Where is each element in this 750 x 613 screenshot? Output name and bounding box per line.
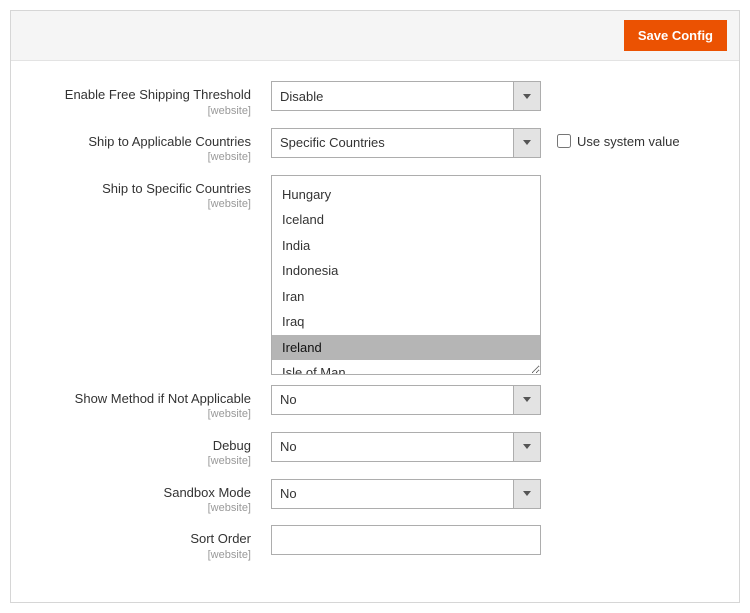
sort-order-input[interactable] [271, 525, 541, 555]
row-sort-order: Sort Order [website] [41, 525, 709, 562]
config-form: Enable Free Shipping Threshold [website]… [11, 61, 739, 602]
ship-specific-scope: [website] [41, 197, 251, 211]
sort-order-scope: [website] [41, 548, 251, 562]
free-shipping-select[interactable]: Disable [271, 81, 541, 111]
sandbox-label: Sandbox Mode [41, 485, 251, 501]
ship-applicable-scope: [website] [41, 150, 251, 164]
country-option[interactable]: Hungary [272, 182, 540, 208]
debug-label: Debug [41, 438, 251, 454]
topbar: Save Config [11, 11, 739, 61]
show-method-select[interactable]: No [271, 385, 541, 415]
country-option[interactable]: Iraq [272, 309, 540, 335]
debug-scope: [website] [41, 454, 251, 468]
country-option[interactable]: Iceland [272, 207, 540, 233]
debug-select[interactable]: No [271, 432, 541, 462]
row-ship-specific: Ship to Specific Countries [website] Hun… [41, 175, 709, 375]
sandbox-select[interactable]: No [271, 479, 541, 509]
save-config-button[interactable]: Save Config [624, 20, 727, 51]
country-option[interactable]: India [272, 233, 540, 259]
show-method-label: Show Method if Not Applicable [41, 391, 251, 407]
row-ship-applicable: Ship to Applicable Countries [website] S… [41, 128, 709, 165]
row-show-method: Show Method if Not Applicable [website] … [41, 385, 709, 422]
country-option[interactable]: Indonesia [272, 258, 540, 284]
country-option[interactable]: Isle of Man [272, 360, 540, 375]
row-debug: Debug [website] No [41, 432, 709, 469]
row-free-shipping: Enable Free Shipping Threshold [website]… [41, 81, 709, 118]
country-option[interactable]: Iran [272, 284, 540, 310]
use-system-value-checkbox[interactable] [557, 134, 571, 148]
sort-order-label: Sort Order [41, 531, 251, 547]
ship-specific-multiselect[interactable]: HungaryIcelandIndiaIndonesiaIranIraqIrel… [271, 175, 541, 375]
show-method-scope: [website] [41, 407, 251, 421]
config-panel: Save Config Enable Free Shipping Thresho… [10, 10, 740, 603]
country-option[interactable]: Ireland [272, 335, 540, 361]
ship-applicable-select[interactable]: Specific Countries [271, 128, 541, 158]
ship-specific-label: Ship to Specific Countries [41, 181, 251, 197]
sandbox-scope: [website] [41, 501, 251, 515]
use-system-value-label[interactable]: Use system value [577, 134, 680, 149]
free-shipping-scope: [website] [41, 104, 251, 118]
ship-applicable-label: Ship to Applicable Countries [41, 134, 251, 150]
row-sandbox: Sandbox Mode [website] No [41, 479, 709, 516]
free-shipping-label: Enable Free Shipping Threshold [41, 87, 251, 103]
